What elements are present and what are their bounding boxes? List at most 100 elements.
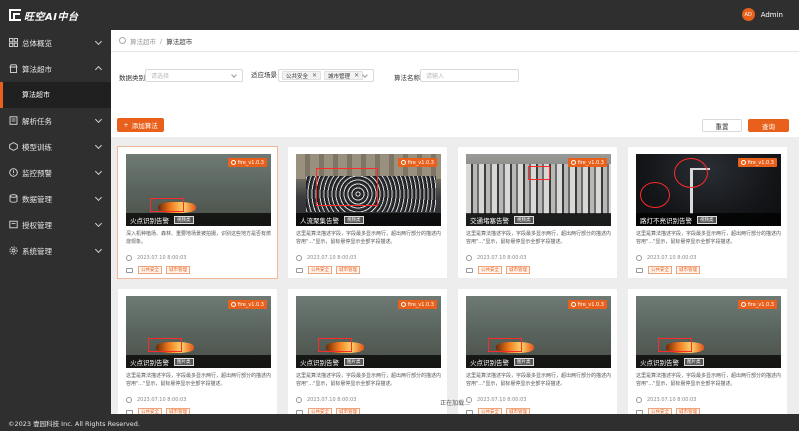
name-input[interactable]: 请输入	[420, 69, 519, 82]
card-tag: 公共安全	[138, 266, 162, 274]
card-date: 2023.07.10 8:00:03	[466, 255, 527, 261]
card-description: 这里是算法描述字段，字段最多显示两行，超出两行部分的描述内容用"..."显示，鼠…	[636, 231, 782, 245]
breadcrumb-root[interactable]: 算法超市	[130, 36, 156, 46]
scene-tag-city-management[interactable]: 城市管理 ✕	[324, 71, 364, 80]
card-thumbnail[interactable]: fire_v1.0.3 火点识别告警 图片类	[296, 296, 441, 368]
category-placeholder: 请选择	[151, 73, 170, 80]
version-icon	[740, 160, 746, 165]
sidebar-item-label: 总体概览	[22, 38, 52, 48]
clock-icon	[126, 255, 132, 261]
detection-box	[658, 338, 692, 352]
version-icon	[400, 160, 406, 165]
card-thumbnail[interactable]: fire_v1.0.3 人流聚集告警 视频类	[296, 154, 441, 226]
detection-box	[150, 198, 184, 212]
sidebar-item-label: 模型训练	[22, 142, 52, 152]
version-icon	[570, 302, 576, 307]
algorithm-card[interactable]: fire_v1.0.3 人流聚集告警 视频类 这里是算法描述字段，字段最多显示两行…	[287, 146, 448, 279]
card-description: 这里是算法描述字段，字段最多显示两行，超出两行部分的描述内容用"..."显示，鼠…	[296, 373, 442, 387]
version-icon	[400, 302, 406, 307]
sidebar-item-data[interactable]: 数据管理	[0, 186, 111, 212]
card-description: 这里是算法描述字段，字段最多显示两行，超出两行部分的描述内容用"..."显示，鼠…	[296, 231, 442, 245]
task-icon	[9, 116, 18, 125]
detection-box	[148, 338, 182, 352]
version-icon	[230, 160, 236, 165]
logo[interactable]: 旺空AI中台	[9, 8, 78, 23]
tag-icon	[126, 267, 133, 273]
card-type-badge: 图片类	[344, 357, 364, 366]
chevron-down-icon	[94, 245, 103, 254]
sidebar-item-algorithm-store[interactable]: 算法超市	[0, 56, 111, 82]
card-title: 人流聚集告警	[300, 216, 339, 225]
name-label: 算法名称	[394, 74, 420, 82]
card-description: 深入机种植场、森林、重要地场景被拍摄，识别这些地方是否有燃烧现象。	[126, 231, 272, 245]
active-indicator	[0, 82, 3, 108]
detection-box	[318, 338, 352, 352]
card-thumbnail[interactable]: fire_v1.0.3 交通堵塞告警 视频类	[466, 154, 611, 226]
sidebar-subitem-algorithm-store[interactable]: 算法超市	[0, 82, 111, 108]
sidebar-item-license[interactable]: 授权管理	[0, 212, 111, 238]
clock-icon	[636, 255, 642, 261]
card-tag: 公共安全	[478, 266, 502, 274]
version-badge: fire_v1.0.3	[737, 300, 777, 309]
algorithm-card[interactable]: fire_v1.0.3 火点识别告警 视频类 深入机种植场、森林、重要地场景被拍摄…	[117, 146, 278, 279]
scene-label: 适应场景	[251, 71, 277, 79]
card-date: 2023.07.10 8:00:03	[636, 255, 697, 261]
card-thumbnail[interactable]: fire_v1.0.3 火点识别告警 图片类	[636, 296, 781, 368]
plus-icon: +	[123, 121, 129, 129]
version-icon	[740, 302, 746, 307]
card-thumbnail[interactable]: fire_v1.0.3 路灯不亮识别告警 视频类	[636, 154, 781, 226]
sidebar-item-label: 算法超市	[22, 64, 52, 74]
card-thumbnail[interactable]: fire_v1.0.3 火点识别告警 图片类	[126, 296, 271, 368]
category-select[interactable]: 请选择	[145, 69, 243, 82]
reset-button[interactable]: 重置	[702, 119, 742, 132]
close-icon[interactable]: ✕	[312, 72, 317, 79]
scene-select[interactable]: 公共安全 ✕ 城市管理 ✕	[278, 69, 374, 82]
store-icon	[9, 64, 18, 73]
card-title: 火点识别告警	[130, 358, 169, 367]
footer: ©2023 壹园科技 Inc. All Rights Reserved.	[0, 414, 799, 431]
card-type-badge: 图片类	[514, 357, 534, 366]
card-caption: 人流聚集告警 视频类	[296, 213, 441, 226]
card-type-badge: 图片类	[684, 357, 704, 366]
card-description: 这里是算法描述字段，字段最多显示两行，超出两行部分的描述内容用"..."显示，鼠…	[466, 373, 612, 387]
version-icon	[570, 160, 576, 165]
detection-box	[528, 166, 550, 180]
home-icon[interactable]	[119, 37, 126, 44]
algorithm-card[interactable]: fire_v1.0.3 路灯不亮识别告警 视频类 这里是算法描述字段，字段最多显示…	[627, 146, 788, 279]
version-badge: fire_v1.0.3	[397, 158, 437, 167]
sidebar: 总体概览 算法超市 算法超市 解析任务 模型训练 监控预警 数据管理 授权管理 …	[0, 30, 111, 414]
sidebar-item-overview[interactable]: 总体概览	[0, 30, 111, 56]
chevron-up-icon	[94, 65, 103, 74]
chevron-down-icon	[94, 141, 103, 150]
add-algorithm-button[interactable]: + 添加算法	[117, 118, 164, 132]
sidebar-item-monitoring[interactable]: 监控预警	[0, 160, 111, 186]
card-type-badge: 图片类	[174, 357, 194, 366]
name-placeholder: 请输入	[426, 73, 445, 80]
sidebar-item-label: 数据管理	[22, 194, 52, 204]
avatar[interactable]: AD	[741, 8, 755, 21]
card-thumbnail[interactable]: fire_v1.0.3 火点识别告警 视频类	[126, 154, 271, 226]
chevron-down-icon	[362, 72, 368, 78]
version-icon	[230, 302, 236, 307]
sidebar-item-training[interactable]: 模型训练	[0, 134, 111, 160]
version-badge: fire_v1.0.3	[397, 300, 437, 309]
user-name[interactable]: Admin	[761, 11, 783, 19]
card-thumbnail[interactable]: fire_v1.0.3 火点识别告警 图片类	[466, 296, 611, 368]
user-menu[interactable]: AD Admin	[741, 8, 783, 21]
search-button[interactable]: 查询	[748, 119, 789, 132]
sidebar-item-label: 监控预警	[22, 168, 52, 178]
sidebar-item-label: 解析任务	[22, 116, 52, 126]
card-date: 2023.07.10 8:00:03	[296, 255, 357, 261]
card-tags: 公共安全 城市管理	[636, 266, 704, 274]
chevron-down-icon	[94, 37, 103, 46]
close-icon[interactable]: ✕	[354, 72, 359, 79]
sidebar-item-system[interactable]: 系统管理	[0, 238, 111, 264]
detection-box	[316, 168, 378, 206]
algorithm-card[interactable]: fire_v1.0.3 交通堵塞告警 视频类 这里是算法描述字段，字段最多显示两行…	[457, 146, 618, 279]
card-tags: 公共安全 城市管理	[296, 266, 364, 274]
scene-tag-public-safety[interactable]: 公共安全 ✕	[282, 71, 322, 80]
sidebar-item-tasks[interactable]: 解析任务	[0, 108, 111, 134]
breadcrumb-separator: /	[160, 36, 163, 45]
card-tag: 城市管理	[166, 266, 190, 274]
logo-icon	[9, 9, 21, 21]
